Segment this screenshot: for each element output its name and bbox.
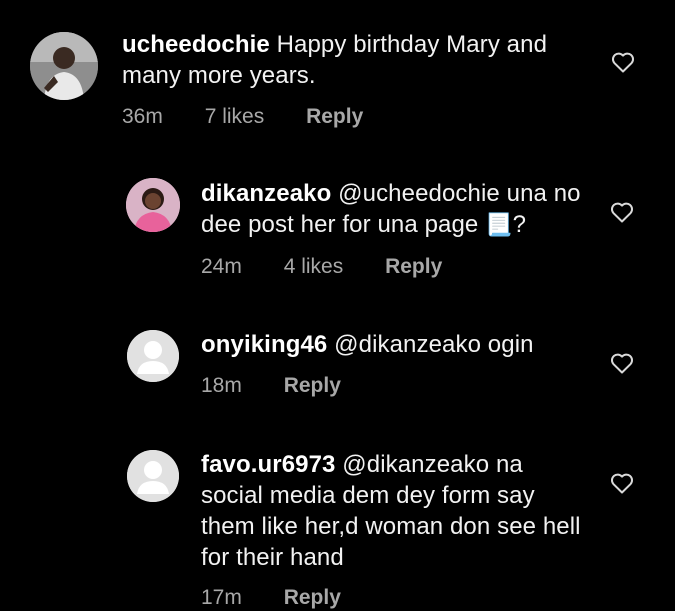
comment-username[interactable]: onyiking46 [201,331,327,358]
comment-meta: 18m Reply [201,373,377,399]
comment-time: 36m [122,105,163,128]
avatar[interactable] [126,178,180,232]
heart-outline-icon[interactable] [610,352,634,374]
comment-meta: 24m 4 likes Reply [201,254,478,280]
avatar[interactable] [30,32,98,100]
heart-outline-icon[interactable] [611,51,635,73]
comment-text: ucheedochie Happy birthday Mary and many… [122,29,582,91]
comment-item: dikanzeako @ucheedochie una no dee post … [0,150,675,290]
comment-likes[interactable]: 4 likes [284,255,344,278]
comment-body: @dikanzeako ogin [334,331,534,358]
comment-item: ucheedochie Happy birthday Mary and many… [0,0,675,140]
person-silhouette-icon [127,330,179,382]
reply-button[interactable]: Reply [306,105,363,128]
page-with-curl-icon: 📃 [485,212,513,237]
comment-item: onyiking46 @dikanzeako ogin 18m Reply [0,300,675,420]
comment-text: dikanzeako @ucheedochie una no dee post … [201,178,601,240]
reply-button[interactable]: Reply [385,255,442,278]
reply-button[interactable]: Reply [284,374,341,397]
avatar[interactable] [127,330,179,382]
comment-meta: 17m Reply [201,585,377,611]
comment-text: favo.ur6973 @dikanzeako na social media … [201,449,581,573]
comment-username[interactable]: dikanzeako [201,180,331,207]
profile-photo-icon [126,178,180,232]
profile-photo-icon [30,32,98,100]
comment-time: 24m [201,255,242,278]
comment-meta: 36m 7 likes Reply [122,104,399,130]
heart-outline-icon[interactable] [610,201,634,223]
comment-text: onyiking46 @dikanzeako ogin [201,329,601,360]
reply-button[interactable]: Reply [284,586,341,609]
comment-likes[interactable]: 7 likes [205,105,265,128]
person-silhouette-icon [127,450,179,502]
comment-item: favo.ur6973 @dikanzeako na social media … [0,420,675,611]
comment-username[interactable]: ucheedochie [122,31,270,58]
heart-outline-icon[interactable] [610,472,634,494]
comment-time: 18m [201,374,242,397]
comment-suffix: ? [512,211,527,238]
comment-time: 17m [201,586,242,609]
avatar[interactable] [127,450,179,502]
comment-username[interactable]: favo.ur6973 [201,451,336,478]
